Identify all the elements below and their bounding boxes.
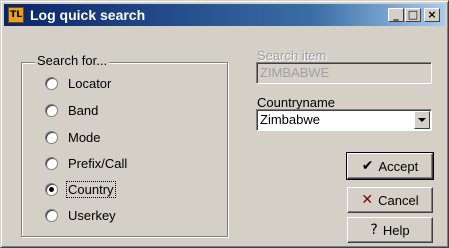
- window-title: Log quick search: [30, 7, 146, 23]
- countryname-select[interactable]: Zimbabwe: [256, 109, 432, 131]
- close-button[interactable]: ×: [424, 8, 440, 22]
- maximize-button[interactable]: □: [405, 8, 421, 22]
- radio-mode[interactable]: Mode: [45, 128, 102, 146]
- radio-label: Prefix/Call: [68, 155, 128, 171]
- title-bar[interactable]: TL Log quick search _ □ ×: [4, 4, 445, 26]
- radio-button[interactable]: [45, 208, 58, 222]
- radio-label: Userkey: [68, 207, 116, 223]
- accept-label: Accept: [378, 158, 419, 174]
- chevron-down-icon[interactable]: [414, 111, 430, 129]
- check-icon: ✔: [361, 158, 374, 174]
- radio-band[interactable]: Band: [45, 101, 99, 119]
- help-button[interactable]: ? Help: [347, 217, 433, 243]
- radio-country[interactable]: Country: [45, 180, 116, 198]
- countryname-label: Countryname: [257, 95, 336, 110]
- radio-label: Locator: [68, 75, 112, 91]
- radio-userkey[interactable]: Userkey: [45, 206, 117, 224]
- minimize-button[interactable]: _: [388, 8, 404, 22]
- radio-button[interactable]: [45, 76, 58, 90]
- radio-prefix-call[interactable]: Prefix/Call: [45, 154, 128, 172]
- radio-label: Mode: [68, 129, 101, 145]
- radio-button[interactable]: [45, 130, 58, 144]
- search-for-legend: Search for...: [35, 53, 110, 68]
- radio-label: Country: [66, 180, 116, 198]
- app-icon: TL: [8, 7, 24, 23]
- countryname-value: Zimbabwe: [260, 112, 320, 127]
- radio-button[interactable]: [45, 182, 58, 196]
- radio-button[interactable]: [45, 156, 58, 170]
- cancel-label: Cancel: [378, 192, 419, 208]
- cancel-button[interactable]: ✕ Cancel: [347, 187, 433, 213]
- search-item-field: ZIMBABWE: [256, 62, 432, 84]
- help-label: Help: [382, 222, 410, 238]
- accept-button[interactable]: ✔ Accept: [346, 152, 434, 180]
- log-quick-search-window: TL Log quick search _ □ × Search for... …: [0, 0, 449, 248]
- cross-icon: ✕: [361, 192, 374, 208]
- radio-label: Band: [68, 102, 99, 118]
- search-item-label: Search item: [257, 48, 327, 63]
- radio-button[interactable]: [45, 103, 58, 117]
- help-icon: ?: [370, 222, 378, 238]
- radio-locator[interactable]: Locator: [45, 74, 112, 92]
